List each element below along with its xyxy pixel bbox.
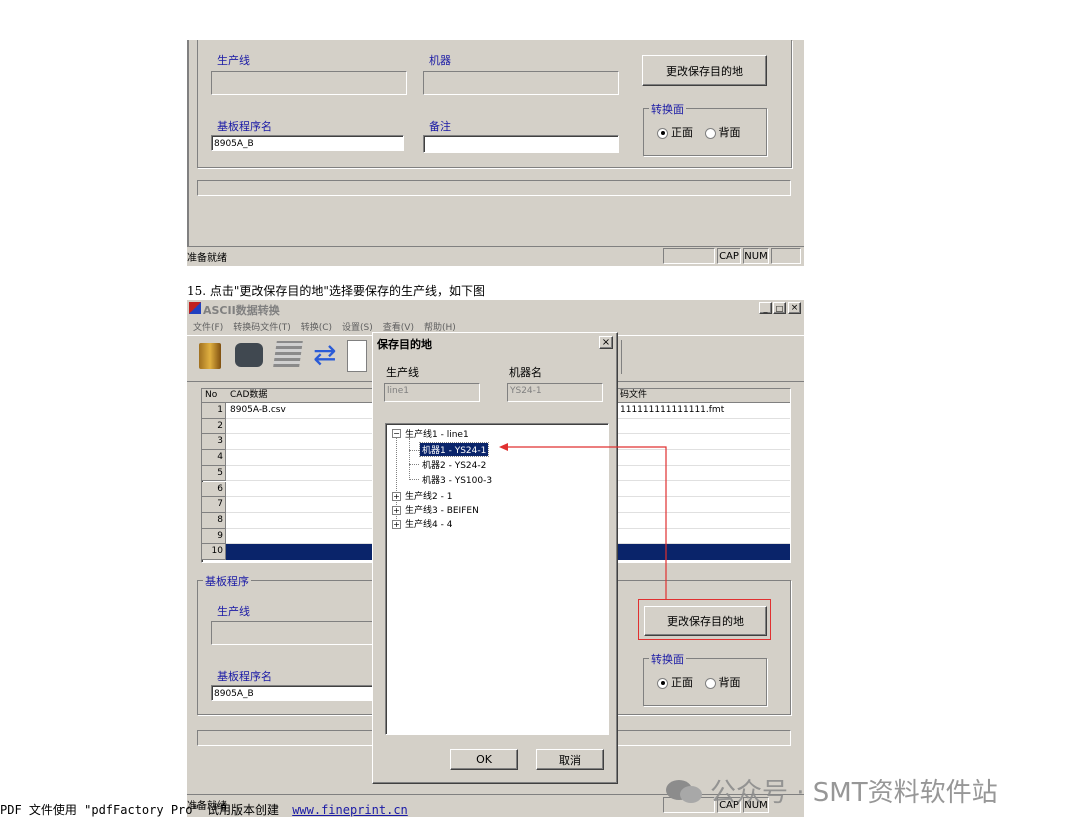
tree-item-machine1[interactable]: 机器1 - YS24-1 xyxy=(418,442,490,457)
production-line-label: 生产线 xyxy=(217,605,250,618)
front-radio-label: 正面 xyxy=(671,126,693,139)
front-radio-label: 正面 xyxy=(671,676,693,689)
change-destination-button[interactable]: 更改保存目的地 xyxy=(642,55,767,86)
status-empty-cell xyxy=(663,248,715,264)
close-window-button[interactable]: × xyxy=(788,302,801,314)
tree-item-line2[interactable]: 生产线2 - 1 xyxy=(405,489,452,502)
convert-side-title: 转换面 xyxy=(649,651,686,667)
app-icon xyxy=(189,302,201,314)
code-cell: 111111111111111.fmt xyxy=(620,405,725,415)
dialog-title-bar: 保存目的地 × xyxy=(375,335,615,351)
note-label: 备注 xyxy=(429,120,451,133)
row-number: 2 xyxy=(202,418,226,435)
row-number: 3 xyxy=(202,434,226,451)
board-program-label: 基板程序名 xyxy=(217,670,272,683)
row-number: 8 xyxy=(202,512,226,529)
back-radio[interactable] xyxy=(704,677,716,689)
new-icon[interactable] xyxy=(347,340,367,372)
dialog-line-value: line1 xyxy=(387,386,409,396)
tree-item-line4[interactable]: 生产线4 - 4 xyxy=(405,517,452,530)
watermark-text: 公众号 · SMT资料软件站 xyxy=(710,778,998,808)
production-line-label: 生产线 xyxy=(217,54,250,67)
machine-field[interactable] xyxy=(423,71,619,95)
notebook-icon[interactable] xyxy=(273,341,303,367)
dialog-line-label: 生产线 xyxy=(386,366,419,379)
refresh-icon[interactable]: ⇄ xyxy=(313,340,336,370)
step-caption: 15. 点击"更改保存目的地"选择要保存的生产线，如下图 xyxy=(187,284,485,298)
minimize-button[interactable]: _ xyxy=(759,302,772,314)
watermark: 公众号 · SMT资料软件站 xyxy=(666,772,998,809)
board-program-value: 8905A_B xyxy=(214,689,254,699)
expand-line2-icon[interactable]: + xyxy=(392,492,401,501)
line-machine-tree[interactable]: − 生产线1 - line1 机器1 - YS24-1 机器2 - YS24-2… xyxy=(385,423,609,735)
row-number: 4 xyxy=(202,450,226,466)
pdf-footer-text: PDF 文件使用 "pdfFactory Pro" 试用版本创建 xyxy=(0,803,279,817)
pdf-footer: PDF 文件使用 "pdfFactory Pro" 试用版本创建 www.fin… xyxy=(0,801,408,818)
cancel-button[interactable]: 取消 xyxy=(536,749,604,770)
grid-header-code: 码文件 xyxy=(620,390,648,400)
collapse-line1-icon[interactable]: − xyxy=(392,429,401,438)
top-window-fragment: 生产线 机器 更改保存目的地 转换面 正面 背面 基板程序名 8905A_B 备… xyxy=(187,40,804,266)
status-grip xyxy=(771,248,801,264)
save-destination-dialog: 保存目的地 × 生产线 机器名 line1 YS24-1 − 生产线1 - li… xyxy=(372,332,618,784)
cad-cell: 8905A-B.csv xyxy=(230,405,286,415)
ok-button-label: OK xyxy=(476,753,492,766)
board-program-value: 8905A_B xyxy=(214,139,254,149)
comment-icon[interactable] xyxy=(235,343,263,367)
dialog-close-button[interactable]: × xyxy=(599,336,613,349)
front-radio[interactable] xyxy=(657,127,668,139)
board-program-input[interactable]: 8905A_B xyxy=(211,135,404,151)
ok-button[interactable]: OK xyxy=(450,749,518,770)
back-radio[interactable] xyxy=(704,127,716,139)
menu-settings[interactable]: 设置(S) xyxy=(342,320,373,334)
tree-item-line3[interactable]: 生产线3 - BEIFEN xyxy=(405,503,479,516)
window-title: ASCII数据转换 xyxy=(203,304,280,317)
menu-convert[interactable]: 转换(C) xyxy=(301,320,332,334)
grid-header-cad: CAD数据 xyxy=(230,390,268,400)
tree-item-machine2[interactable]: 机器2 - YS24-2 xyxy=(422,458,486,471)
progress-bar xyxy=(197,180,791,196)
change-destination-button-label: 更改保存目的地 xyxy=(666,64,743,78)
expand-line4-icon[interactable]: + xyxy=(392,520,401,529)
status-text: 准备就绪 xyxy=(187,253,227,264)
wechat-icon xyxy=(666,778,704,804)
title-bar: ASCII数据转换 _ □ × xyxy=(187,300,804,317)
machine-label: 机器 xyxy=(429,54,451,67)
tree-item-machine3[interactable]: 机器3 - YS100-3 xyxy=(422,473,492,486)
dialog-machine-field[interactable]: YS24-1 xyxy=(507,383,603,402)
grid-header-no: No xyxy=(205,390,218,400)
pdf-footer-link[interactable]: www.fineprint.cn xyxy=(292,803,408,817)
dialog-machine-value: YS24-1 xyxy=(510,386,542,396)
tree-item-line1[interactable]: 生产线1 - line1 xyxy=(405,427,469,440)
expand-line3-icon[interactable]: + xyxy=(392,506,401,515)
status-num: NUM xyxy=(743,248,769,264)
row-number: 10 xyxy=(202,544,226,560)
maximize-button[interactable]: □ xyxy=(773,302,786,314)
row-number: 9 xyxy=(202,528,226,545)
board-program-label: 基板程序名 xyxy=(217,120,272,133)
dialog-line-field[interactable]: line1 xyxy=(384,383,480,402)
row-number: 5 xyxy=(202,465,226,482)
note-input[interactable] xyxy=(423,135,619,153)
open-folder-icon[interactable] xyxy=(199,343,221,369)
highlight-box xyxy=(638,599,771,640)
board-group-title: 基板程序 xyxy=(203,573,251,589)
production-line-field[interactable] xyxy=(211,71,407,95)
row-number: 6 xyxy=(202,481,226,498)
row-number: 7 xyxy=(202,497,226,513)
convert-side-title: 转换面 xyxy=(649,101,686,117)
front-radio[interactable] xyxy=(657,677,668,689)
menu-file[interactable]: 文件(F) xyxy=(193,320,223,334)
row-number: 1 xyxy=(202,403,226,419)
status-cap: CAP xyxy=(717,248,741,264)
dialog-machine-label: 机器名 xyxy=(509,366,542,379)
cancel-button-label: 取消 xyxy=(559,753,581,767)
back-radio-label: 背面 xyxy=(718,676,741,689)
dialog-title: 保存目的地 xyxy=(377,338,432,351)
back-radio-label: 背面 xyxy=(718,126,741,139)
menu-convert-code-file[interactable]: 转换码文件(T) xyxy=(233,320,291,334)
